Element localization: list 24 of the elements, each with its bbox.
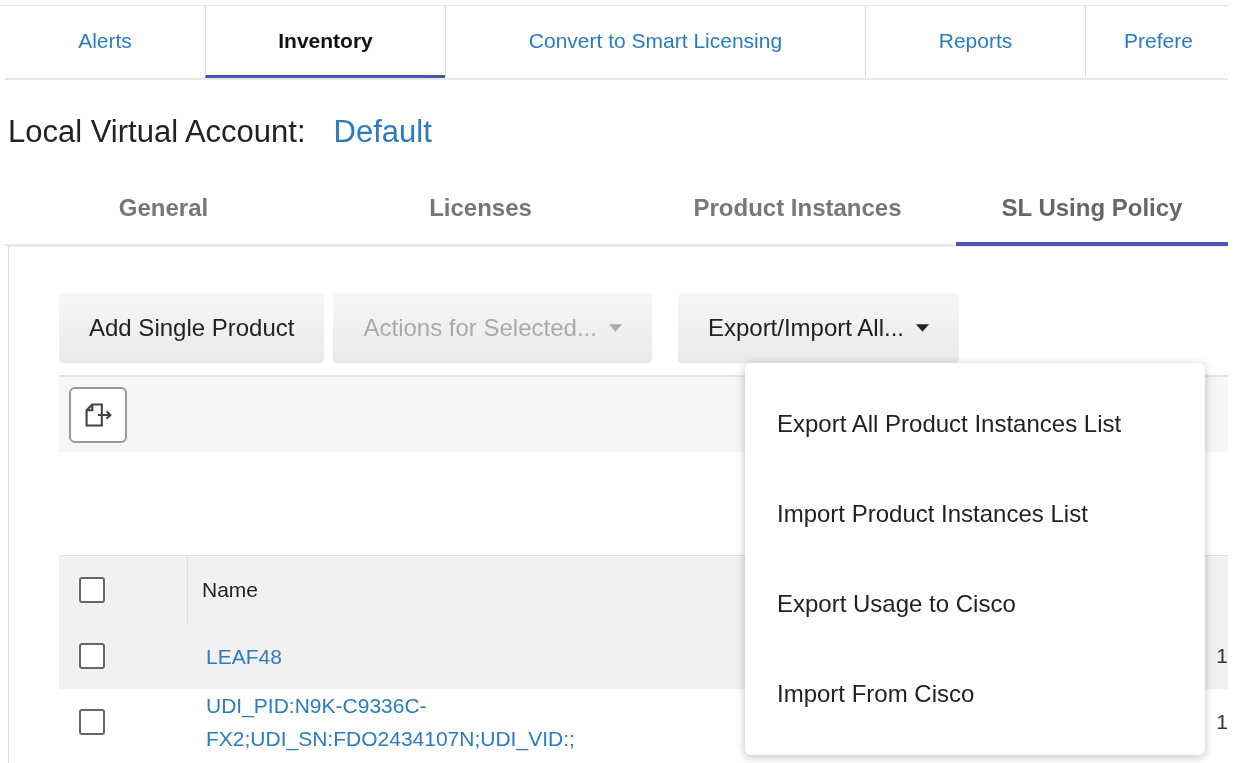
- sub-tab[interactable]: General: [5, 178, 322, 246]
- table-cell-text: 1: [1215, 710, 1228, 734]
- table-cell-text: 1: [1215, 644, 1228, 668]
- select-all-checkbox[interactable]: [79, 576, 105, 603]
- sub-tab[interactable]: SL Using Policy: [956, 178, 1228, 246]
- account-link[interactable]: Default: [333, 114, 432, 150]
- menu-item[interactable]: Import From Cisco: [745, 649, 1205, 739]
- account-label: Local Virtual Account:: [8, 114, 306, 150]
- sub-tab[interactable]: Product Instances: [639, 178, 956, 246]
- dropdown-button[interactable]: Export/Import All...: [677, 293, 959, 363]
- row-checkbox[interactable]: [79, 643, 105, 669]
- caret-icon: [916, 323, 929, 333]
- nav-tab[interactable]: Alerts: [5, 6, 205, 78]
- export-button[interactable]: [69, 386, 127, 443]
- menu-item[interactable]: Export Usage to Cisco: [745, 559, 1205, 649]
- product-link[interactable]: LEAF48: [206, 639, 282, 673]
- menu-item[interactable]: Import Product Instances List: [745, 469, 1205, 559]
- menu-item[interactable]: Export All Product Instances List: [745, 379, 1205, 469]
- action-button[interactable]: Add Single Product: [59, 293, 325, 363]
- sub-tab[interactable]: Licenses: [322, 178, 639, 246]
- row-checkbox[interactable]: [79, 709, 105, 735]
- product-link[interactable]: UDI_PID:N9K-C9336C-FX2;UDI_SN:FDO2434107N;UDI_VID:;: [206, 689, 586, 755]
- caret-icon: [608, 323, 622, 333]
- nav-tab[interactable]: Inventory: [205, 6, 445, 78]
